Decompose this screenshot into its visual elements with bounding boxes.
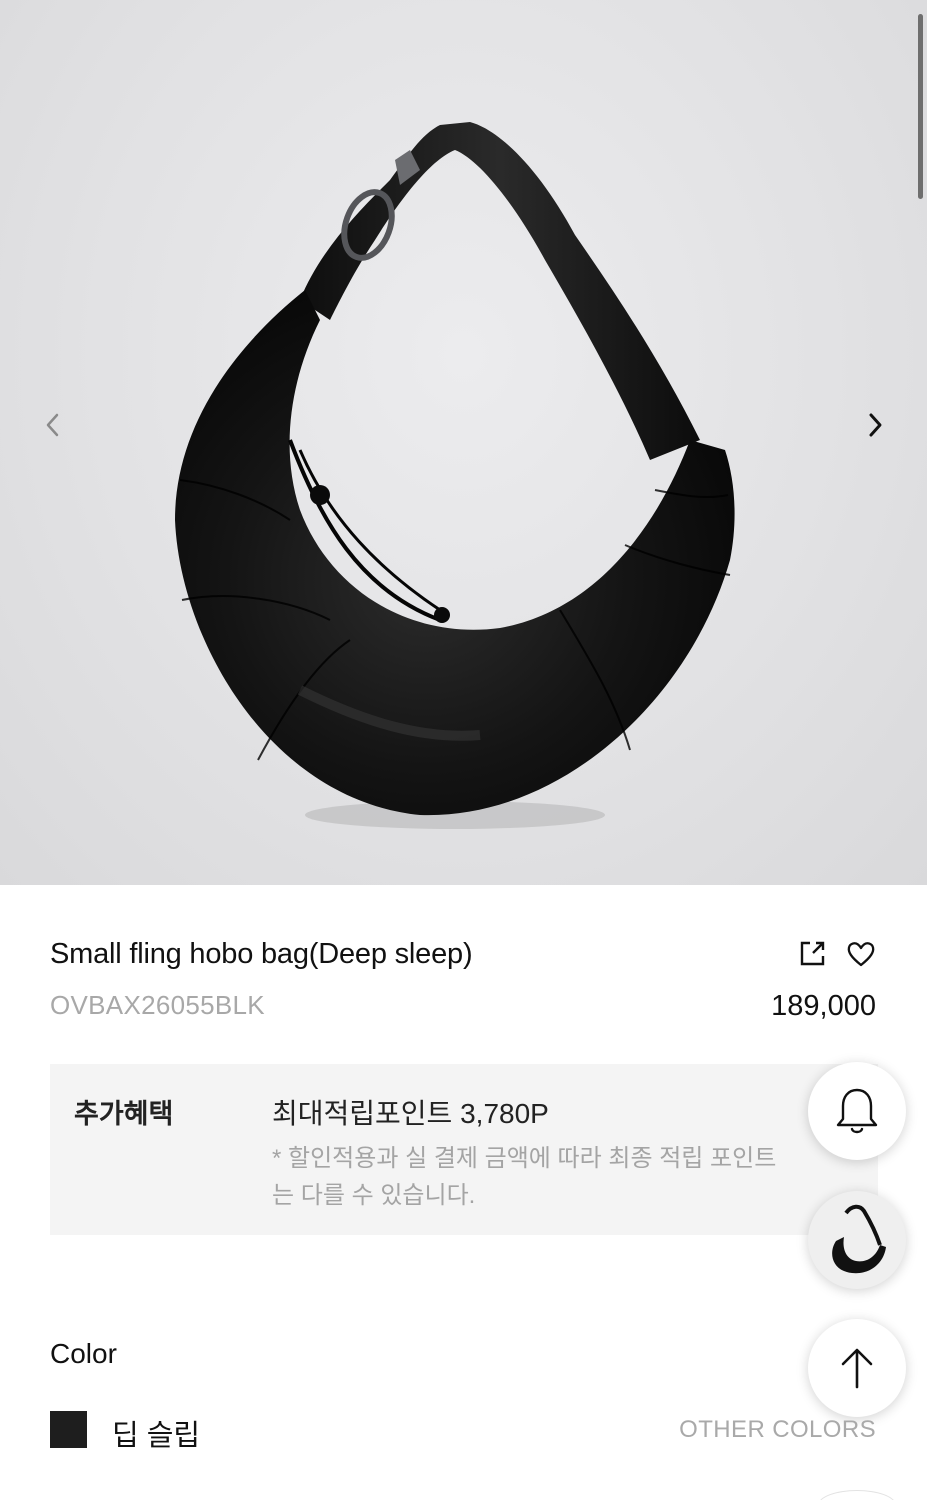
page-scrollbar[interactable]: [918, 14, 923, 199]
benefit-label: 추가혜택: [74, 1099, 174, 1129]
bell-icon: [836, 1088, 878, 1134]
recent-product-button[interactable]: [808, 1191, 906, 1289]
scroll-to-top-button[interactable]: [808, 1319, 906, 1417]
product-image-gallery[interactable]: [0, 0, 927, 885]
share-button[interactable]: [798, 938, 828, 968]
share-icon: [800, 941, 825, 966]
product-sku: OVBAX26055BLK: [50, 990, 265, 1020]
arrow-up-icon: [841, 1348, 873, 1389]
color-name: 딥 슬립: [112, 1420, 201, 1452]
floating-button-partial[interactable]: [818, 1490, 896, 1500]
chevron-left-icon: [46, 413, 59, 437]
restock-alert-button[interactable]: [808, 1062, 906, 1160]
benefit-points: 최대적립포인트 3,780P: [272, 1098, 549, 1129]
product-price: 189,000: [771, 990, 876, 1022]
wishlist-button[interactable]: [845, 938, 877, 970]
recent-product-thumbnail: [832, 1204, 886, 1274]
heart-icon: [847, 942, 875, 967]
benefit-box: 추가혜택 최대적립포인트 3,780P * 할인적용과 실 결제 금액에 따라 …: [50, 1064, 878, 1235]
product-title-row: Small fling hobo bag(Deep sleep): [50, 936, 878, 976]
benefit-note: * 할인적용과 실 결제 금액에 따라 최종 적립 포인트는 다를 수 있습니다…: [272, 1145, 777, 1209]
color-swatch-selected[interactable]: [50, 1411, 87, 1448]
product-image: [175, 122, 735, 829]
gallery-next-button[interactable]: [855, 405, 895, 445]
color-heading: Color: [50, 1338, 117, 1369]
chevron-right-icon: [869, 413, 882, 437]
other-colors-link[interactable]: OTHER COLORS: [679, 1416, 876, 1444]
product-name: Small fling hobo bag(Deep sleep): [50, 938, 473, 970]
gallery-prev-button[interactable]: [33, 405, 73, 445]
